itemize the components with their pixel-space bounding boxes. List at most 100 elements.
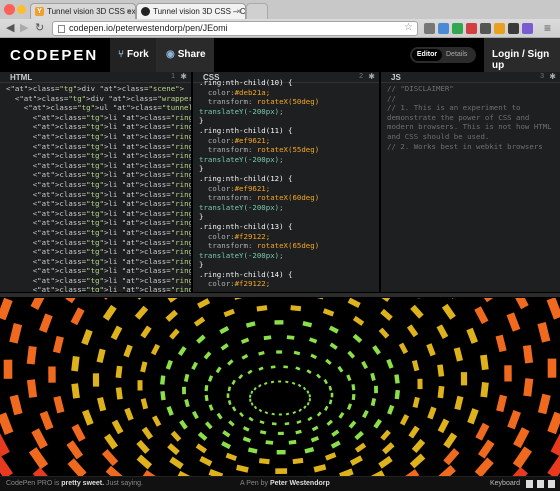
extension-icon[interactable] — [466, 23, 477, 34]
login-signup-button[interactable]: Login / Sign up — [484, 38, 560, 72]
tunnel-segment — [323, 379, 328, 385]
tunnel-segment — [199, 456, 213, 467]
editor-mode[interactable]: Editor — [412, 49, 442, 61]
browser-tab-1[interactable]: Y Tunnel vision 3D CSS exp × — [30, 3, 136, 19]
tunnel-segment — [242, 436, 252, 443]
new-tab-button[interactable] — [246, 3, 268, 19]
tunnel-segment — [165, 359, 173, 370]
browser-tab-2[interactable]: Tunnel vision 3D CSS – C × — [136, 3, 246, 19]
code-line: transform: rotateX(50deg) — [199, 97, 320, 107]
tunnel-segment — [151, 415, 162, 427]
html-pane[interactable]: HTML 1 ✱ <"at">class="tg">div "at">class… — [0, 72, 191, 292]
gear-icon[interactable]: ✱ — [549, 72, 556, 81]
fork-button[interactable]: ⑂ Fork — [110, 38, 156, 72]
code-line: translateY(-200px); — [199, 106, 284, 116]
extension-icon[interactable] — [452, 23, 463, 34]
address-field[interactable]: codepen.io/peterwestendorp/pen/JEomi ☆ — [52, 21, 418, 36]
extension-icon[interactable] — [480, 23, 491, 34]
tunnel-segment — [330, 440, 341, 449]
tunnel-segment — [427, 406, 437, 420]
tunnel-segment — [277, 431, 284, 436]
tunnel-segment — [411, 438, 426, 453]
tunnel-segment — [239, 411, 245, 418]
share-icon: ◉ — [166, 49, 175, 60]
tunnel-segment — [386, 358, 394, 369]
tunnel-segment — [306, 390, 310, 394]
close-window-icon[interactable] — [4, 4, 15, 15]
close-tab-icon[interactable]: × — [126, 7, 131, 16]
code-line: color:#ef9621; — [199, 183, 271, 193]
keyboard-link[interactable]: Keyboard — [490, 480, 520, 487]
tunnel-segment — [104, 433, 119, 450]
tunnel-segment — [410, 304, 424, 319]
tunnel-segment — [477, 439, 495, 459]
code-line: } — [199, 116, 204, 126]
tunnel-segment — [306, 401, 310, 406]
tunnel-segment — [354, 442, 367, 453]
share-button[interactable]: ◉ Share — [156, 38, 214, 72]
layout-icon[interactable] — [548, 480, 555, 488]
js-pane[interactable]: JS 3 ✱ // "DISCLAIMER"//// 1. This is an… — [381, 72, 560, 292]
extension-icon[interactable] — [508, 23, 519, 34]
tunnel-segment — [328, 399, 333, 405]
tunnel-segment — [221, 441, 232, 450]
minimize-window-icon[interactable] — [17, 5, 26, 14]
editor-panes: HTML 1 ✱ <"at">class="tg">div "at">class… — [0, 72, 560, 292]
code-line: <"at">class="tg">li "at">class="ring"></… — [6, 122, 191, 132]
layout-icon[interactable] — [526, 480, 533, 488]
js-code[interactable]: // "DISCLAIMER"//// 1. This is an experi… — [381, 84, 560, 151]
tunnel-segment — [241, 354, 249, 360]
tunnel-segment — [372, 345, 381, 355]
codepen-logo[interactable]: CODEPEN — [10, 47, 98, 64]
html-code[interactable]: <"at">class="tg">div "at">class="scene">… — [0, 84, 191, 292]
author-link[interactable]: Peter Westendorp — [270, 480, 330, 487]
close-tab-icon[interactable]: × — [236, 7, 241, 16]
tunnel-segment — [253, 405, 258, 410]
forward-icon[interactable]: ▶ — [20, 22, 28, 34]
tunnel-segment — [295, 366, 301, 371]
pane-number: 3 — [540, 73, 544, 80]
gear-icon[interactable]: ✱ — [180, 72, 187, 81]
tunnel-segment — [298, 408, 302, 412]
menu-icon[interactable]: ≡ — [544, 22, 551, 34]
extension-icon[interactable] — [424, 23, 435, 34]
tunnel-segment — [443, 432, 458, 449]
tunnel-segment — [169, 456, 184, 470]
bookmark-star-icon[interactable]: ☆ — [404, 22, 413, 33]
layout-icon[interactable] — [537, 480, 544, 488]
tunnel-segment — [308, 398, 311, 402]
reload-icon[interactable]: ↻ — [35, 22, 44, 34]
details-mode[interactable]: Details — [446, 49, 467, 61]
tunnel-segment — [399, 414, 410, 426]
view-mode-toggle[interactable]: Editor Details — [410, 47, 476, 63]
tunnel-segment — [264, 411, 269, 415]
tunnel-segment — [195, 443, 208, 454]
css-code[interactable]: .ring:nth-child(10) { color:#deb21a; tra… — [193, 78, 379, 289]
codepen-header: CODEPEN ⑂ Fork ◉ Share Editor Details Logi… — [0, 38, 560, 72]
code-line: .ring:nth-child(12) { — [199, 173, 293, 183]
tunnel-segment — [285, 380, 289, 384]
extension-icon[interactable] — [522, 23, 533, 34]
tunnel-segment — [28, 447, 49, 470]
code-line: } — [199, 164, 204, 174]
tunnel-segment — [197, 298, 211, 309]
tunnel-segment — [167, 298, 182, 303]
tunnel-segment — [240, 337, 250, 344]
tunnel-segment — [0, 298, 13, 321]
extension-icon[interactable] — [494, 23, 505, 34]
tunnel-segment — [259, 430, 267, 435]
extension-icon[interactable] — [438, 23, 449, 34]
tunnel-segment — [191, 361, 198, 371]
back-icon[interactable]: ◀ — [6, 22, 14, 34]
code-line: <"at">class="tg">li "at">class="ring"></… — [6, 179, 191, 189]
code-line: translateY(-200px); — [199, 202, 284, 212]
tunnel-segment — [398, 342, 409, 355]
html-pane-header: HTML 1 ✱ — [0, 72, 191, 83]
tunnel-segment — [496, 394, 508, 413]
css-pane[interactable]: CSS 2 ✱ .ring:nth-child(10) { color:#deb… — [193, 72, 379, 292]
tunnel-segment — [250, 390, 254, 395]
promo-brand[interactable]: CodePen PRO — [6, 480, 52, 487]
tunnel-segment — [480, 382, 489, 398]
tunnel-segment — [258, 384, 262, 388]
tunnel-segment — [547, 453, 560, 476]
